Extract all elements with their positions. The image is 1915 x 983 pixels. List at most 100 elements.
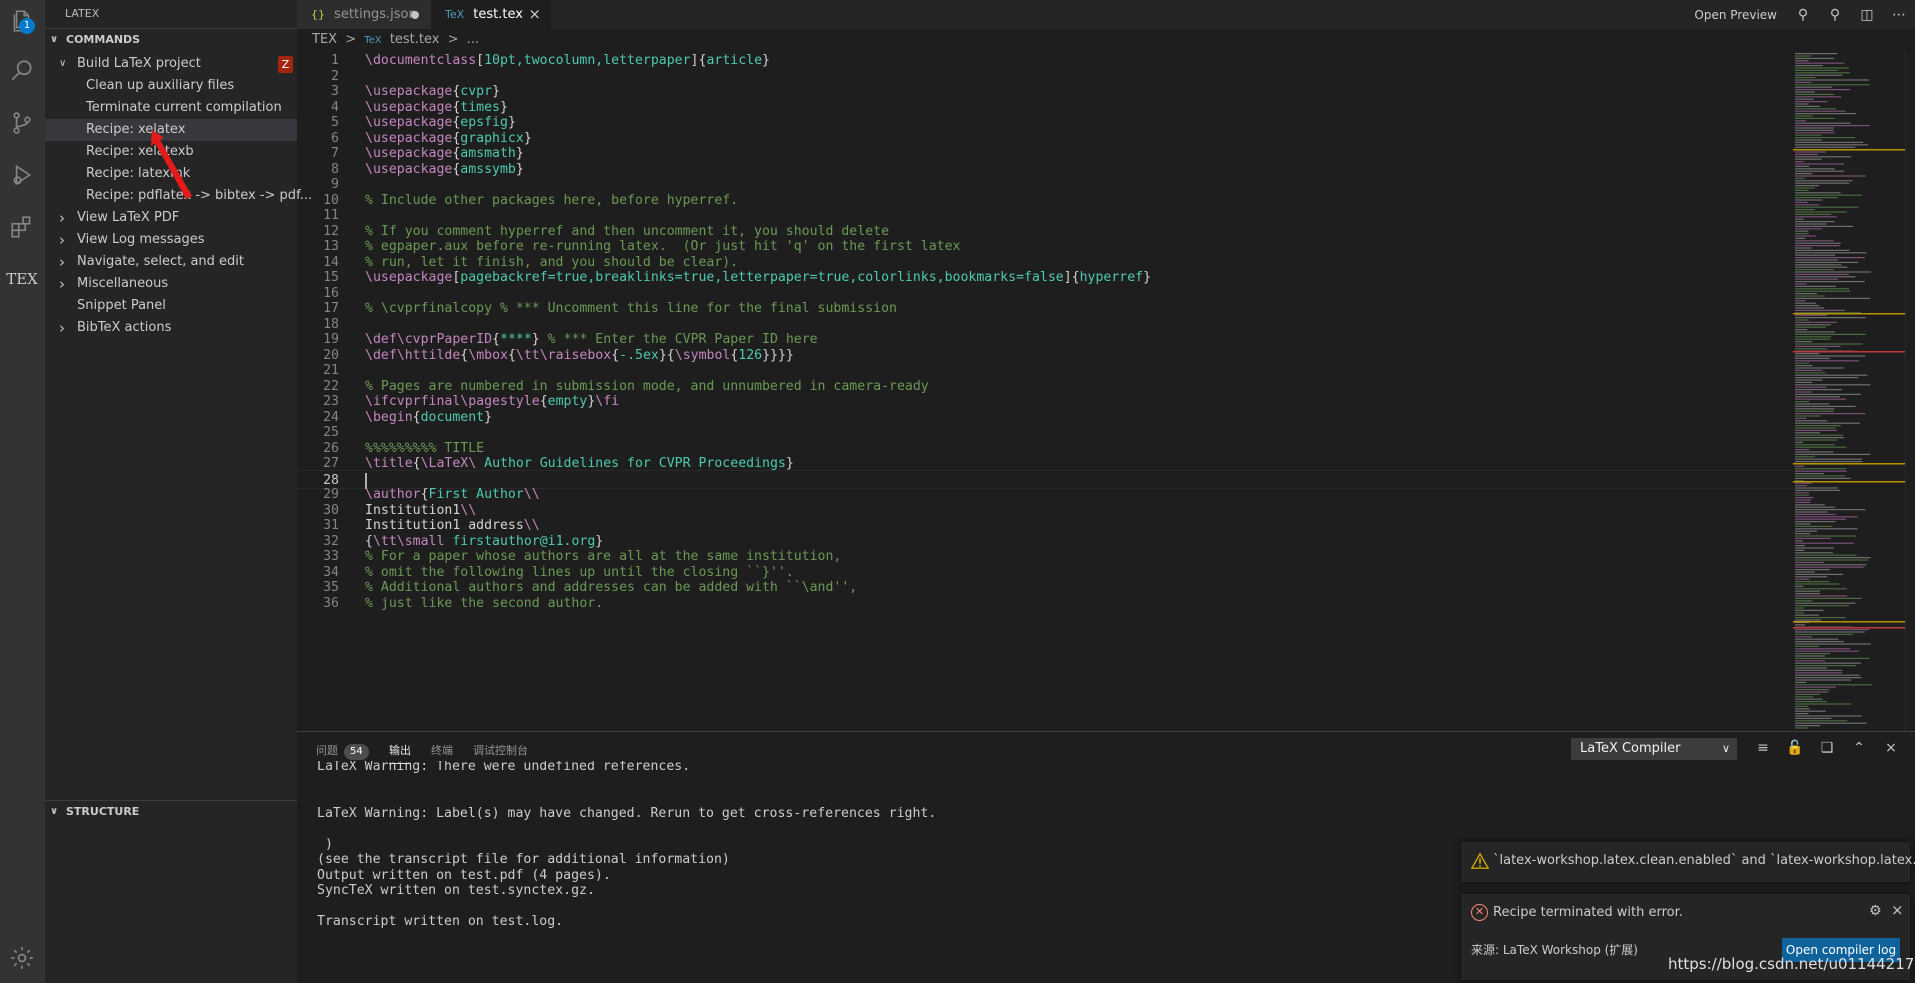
tab-debug-console[interactable]: 调试控制台 (473, 742, 528, 758)
preview-side-icon[interactable]: ⚲ (1819, 7, 1851, 23)
lock-icon[interactable]: 🔓 (1785, 740, 1805, 756)
tab-output[interactable]: 输出 (389, 742, 411, 764)
minimap-line (1795, 540, 1803, 542)
minimap-line (1795, 343, 1863, 345)
minimap-line (1795, 691, 1829, 693)
minimap-line (1795, 713, 1809, 715)
minimap-line (1795, 497, 1814, 499)
sidebar-item-view-log-messages[interactable]: › View Log messages (45, 229, 297, 251)
gear-icon[interactable] (7, 943, 37, 973)
minimap-line (1795, 525, 1833, 527)
minimap-line (1795, 225, 1854, 227)
open-log-icon[interactable]: ❏ (1817, 740, 1837, 756)
minimap-line (1795, 530, 1818, 532)
minimap-line (1795, 77, 1816, 79)
minimap-line (1795, 660, 1826, 662)
minimap-line (1795, 573, 1844, 575)
minimap-line (1795, 571, 1815, 573)
sidebar-item-bibtex-actions[interactable]: › BibTeX actions (45, 317, 297, 339)
minimap-line (1795, 163, 1844, 165)
unsaved-dot-icon (411, 11, 419, 19)
tab-settings-json[interactable]: {} settings.json (297, 0, 431, 29)
sidebar-item-label: Terminate current compilation (86, 100, 282, 115)
close-icon[interactable]: × (1891, 901, 1904, 919)
sidebar-item-navigate-select-and-edit[interactable]: › Navigate, select, and edit (45, 251, 297, 273)
code-editor[interactable]: 1 \documentclass[10pt,twocolumn,letterpap… (297, 51, 1793, 731)
minimap-line (1795, 369, 1823, 371)
search-icon[interactable] (7, 56, 37, 86)
sidebar-item-label: Navigate, select, and edit (77, 254, 245, 269)
commands-section-header[interactable]: ∨ COMMANDS (45, 28, 297, 50)
minimap-line (1795, 542, 1854, 544)
breadcrumb-folder[interactable]: TEX (312, 32, 337, 47)
tab-problems[interactable]: 问题 54 (316, 742, 369, 760)
close-icon[interactable]: × (528, 0, 541, 29)
minimap-line (1795, 139, 1822, 141)
minimap-line (1795, 173, 1812, 175)
structure-section-header[interactable]: ∨ STRUCTURE (45, 800, 297, 822)
tab-terminal[interactable]: 终端 (431, 742, 453, 758)
minimap-line (1795, 528, 1858, 530)
minimap-line (1795, 609, 1824, 611)
minimap-line (1795, 677, 1862, 679)
warning-icon (1471, 852, 1489, 869)
minimap-line (1795, 293, 1817, 295)
minimap-line (1795, 324, 1832, 326)
minimap-line (1795, 509, 1866, 511)
breadcrumb-file[interactable]: test.tex (390, 32, 440, 47)
minimap-line (1795, 614, 1819, 616)
sidebar-item-terminate-current-compilation[interactable]: Terminate current compilation (45, 97, 297, 119)
code-line[interactable]: 36 % just like the second author. (297, 594, 1793, 613)
close-panel-icon[interactable]: × (1881, 740, 1901, 756)
chevron-down-icon: ∨ (50, 33, 59, 45)
gear-icon[interactable]: ⚙ (1869, 903, 1882, 919)
extensions-icon[interactable] (7, 212, 37, 242)
minimap-line (1795, 341, 1812, 343)
minimap-line (1795, 624, 1806, 626)
minimap-line (1795, 561, 1825, 563)
minimap-line (1795, 578, 1810, 580)
minimap-line (1795, 501, 1811, 503)
preview-search-icon[interactable]: ⚲ (1787, 7, 1819, 23)
more-actions-icon[interactable]: ⋯ (1883, 7, 1915, 23)
chevron-down-icon: ∨ (59, 58, 67, 69)
minimap-line (1795, 645, 1819, 647)
sidebar-item-label: Clean up auxiliary files (86, 78, 235, 93)
maximize-panel-icon[interactable]: ⌃ (1849, 740, 1869, 756)
split-editor-icon[interactable]: ◫ (1851, 7, 1883, 23)
minimap-line (1795, 453, 1871, 455)
sidebar-item-view-latex-pdf[interactable]: › View LaTeX PDF (45, 207, 297, 229)
minimap-line (1795, 537, 1831, 539)
output-channel-select[interactable]: LaTeX Compiler ∨ (1571, 738, 1737, 760)
tex-icon[interactable]: TEX (6, 264, 38, 294)
minimap-line (1795, 117, 1835, 119)
open-preview-button[interactable]: Open Preview (1694, 8, 1777, 22)
minimap-line (1795, 485, 1807, 487)
minimap-line (1795, 367, 1845, 369)
warning-notification[interactable]: `latex-workshop.latex.clean.enabled` and… (1461, 842, 1915, 882)
source-control-icon[interactable] (7, 108, 37, 138)
sidebar-item-snippet-panel[interactable]: Snippet Panel (45, 295, 297, 317)
clear-output-icon[interactable]: ≡ (1753, 740, 1773, 756)
minimap[interactable] (1793, 51, 1905, 731)
sidebar-item-miscellaneous[interactable]: › Miscellaneous (45, 273, 297, 295)
tab-bar: {} settings.json TeX test.tex × Open Pre… (297, 0, 1915, 29)
editor-actions: Open Preview ⚲ ⚲ ◫ ⋯ (1694, 0, 1915, 29)
minimap-line (1795, 408, 1835, 410)
sidebar-item-build-latex-project[interactable]: ∨ Build LaTeX project Z (45, 53, 297, 75)
minimap-line (1795, 401, 1810, 403)
minimap-line (1795, 446, 1847, 448)
breadcrumb-symbol[interactable]: ... (467, 32, 479, 47)
run-debug-icon[interactable] (7, 160, 37, 190)
error-icon: ✕ (1471, 904, 1488, 921)
minimap-line (1795, 161, 1804, 163)
minimap-line (1795, 165, 1810, 167)
minimap-line (1795, 372, 1826, 374)
minimap-line (1795, 302, 1816, 304)
minimap-line (1795, 650, 1859, 652)
minimap-line (1795, 81, 1812, 83)
tab-test-tex[interactable]: TeX test.tex × (431, 0, 551, 29)
editor-scrollbar[interactable] (1905, 51, 1915, 731)
minimap-line (1795, 89, 1850, 91)
sidebar-item-clean-up-auxiliary-files[interactable]: Clean up auxiliary files (45, 75, 297, 97)
